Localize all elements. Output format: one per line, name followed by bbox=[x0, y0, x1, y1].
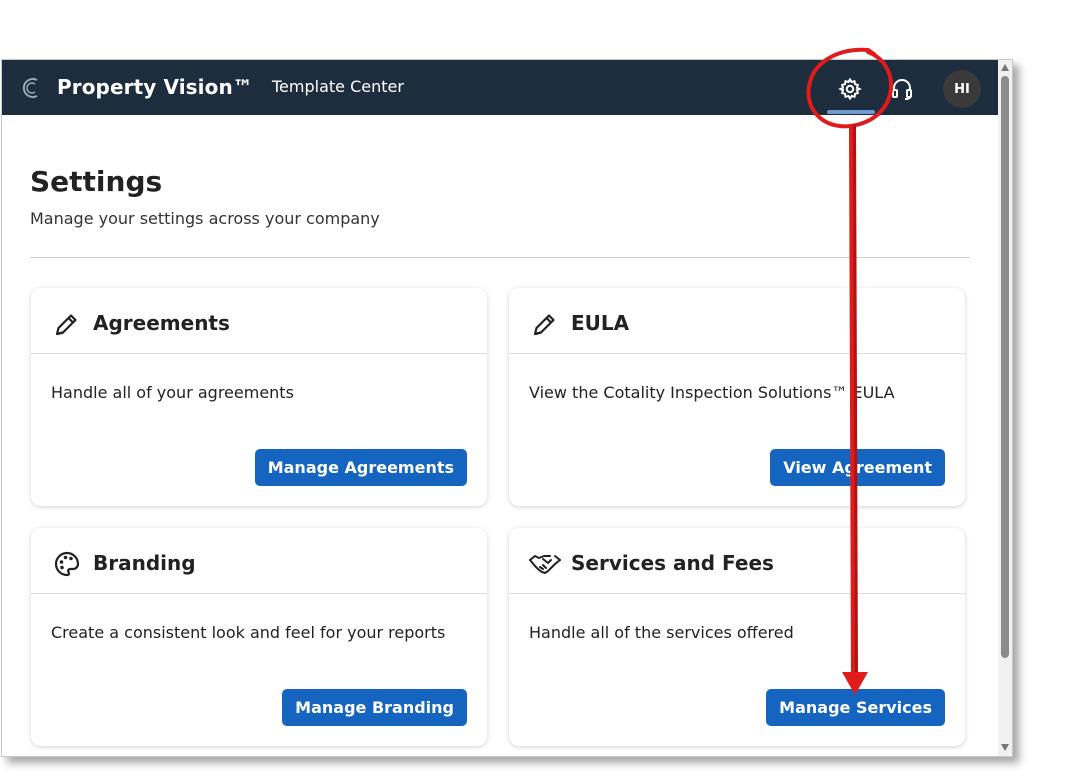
eula-card: EULA View the Cotality Inspection Soluti… bbox=[509, 288, 965, 506]
card-header: Branding bbox=[31, 528, 487, 594]
scroll-up-arrow-icon[interactable] bbox=[1001, 64, 1009, 71]
manage-branding-button[interactable]: Manage Branding bbox=[282, 689, 467, 726]
nav-link-template-center[interactable]: Template Center bbox=[272, 77, 404, 96]
manage-agreements-button[interactable]: Manage Agreements bbox=[254, 449, 467, 486]
page-subtitle: Manage your settings across your company bbox=[30, 209, 380, 228]
top-navigation-bar: Property Vision™ Template Center HI bbox=[2, 60, 998, 115]
agreements-card: Agreements Handle all of your agreements… bbox=[31, 288, 487, 506]
card-title: Agreements bbox=[93, 311, 230, 335]
card-description: View the Cotality Inspection Solutions™ … bbox=[529, 383, 895, 402]
vertical-scrollbar[interactable] bbox=[998, 60, 1012, 756]
card-title: EULA bbox=[571, 311, 630, 335]
card-title: Services and Fees bbox=[571, 551, 774, 575]
palette-icon bbox=[54, 551, 80, 577]
pencil-icon bbox=[533, 314, 555, 336]
services-and-fees-card: Services and Fees Handle all of the serv… bbox=[509, 528, 965, 746]
card-header: Agreements bbox=[31, 288, 487, 354]
scrollbar-thumb[interactable] bbox=[1001, 76, 1009, 658]
header-divider bbox=[30, 257, 970, 258]
card-header: Services and Fees bbox=[509, 528, 965, 594]
logo-icon bbox=[22, 78, 38, 98]
app-window: Property Vision™ Template Center HI Sett… bbox=[1, 59, 1013, 757]
card-title: Branding bbox=[93, 551, 196, 575]
card-description: Handle all of the services offered bbox=[529, 623, 794, 642]
card-description: Handle all of your agreements bbox=[51, 383, 294, 402]
pencil-icon bbox=[55, 314, 77, 336]
user-avatar[interactable]: HI bbox=[943, 70, 981, 108]
headset-icon[interactable] bbox=[890, 77, 914, 101]
branding-card: Branding Create a consistent look and fe… bbox=[31, 528, 487, 746]
view-agreement-button[interactable]: View Agreement bbox=[770, 449, 945, 486]
scroll-down-arrow-icon[interactable] bbox=[1001, 744, 1009, 751]
brand-name[interactable]: Property Vision™ bbox=[57, 75, 253, 99]
manage-services-button[interactable]: Manage Services bbox=[766, 689, 945, 726]
gear-icon[interactable] bbox=[838, 77, 862, 101]
page-title: Settings bbox=[30, 165, 163, 198]
card-header: EULA bbox=[509, 288, 965, 354]
card-description: Create a consistent look and feel for yo… bbox=[51, 623, 446, 642]
handshake-icon bbox=[529, 555, 561, 574]
active-tab-indicator bbox=[827, 110, 875, 114]
